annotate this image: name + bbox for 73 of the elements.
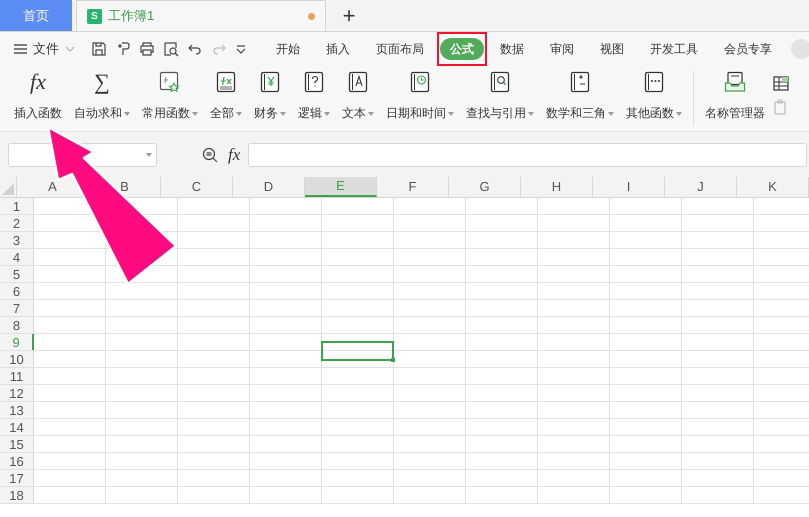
chevron-icon bbox=[65, 46, 75, 52]
ribbon-button[interactable]: 其他函数 bbox=[620, 70, 688, 122]
column-header[interactable]: D bbox=[264, 177, 274, 197]
column-header[interactable]: A bbox=[48, 177, 57, 197]
ribbon-tab[interactable]: 插入 bbox=[316, 38, 360, 60]
book-yen-icon bbox=[260, 71, 280, 93]
row-header[interactable]: 12 bbox=[0, 385, 34, 401]
ribbon-tab[interactable]: 页面布局 bbox=[366, 38, 434, 60]
column-header[interactable]: H bbox=[552, 177, 562, 197]
document-title: 工作簿1 bbox=[108, 7, 156, 26]
ribbon-button[interactable]: 财务 bbox=[248, 70, 292, 122]
column-header[interactable]: G bbox=[479, 177, 490, 197]
row-header[interactable]: 4 bbox=[0, 249, 34, 265]
save-icon[interactable] bbox=[91, 41, 107, 57]
ribbon-button[interactable]: 名称管理器 bbox=[699, 70, 771, 122]
column-header[interactable]: B bbox=[120, 177, 129, 197]
table-icon[interactable] bbox=[773, 76, 789, 91]
row-header[interactable]: 7 bbox=[0, 300, 34, 316]
ribbon-tab[interactable]: 开始 bbox=[266, 38, 310, 60]
row-header[interactable]: 13 bbox=[0, 402, 34, 418]
formula-field[interactable] bbox=[248, 142, 807, 166]
book-clock-icon bbox=[410, 71, 430, 93]
zoom-out-icon[interactable] bbox=[202, 146, 218, 162]
book-dots-icon bbox=[644, 71, 664, 93]
book-letter-icon bbox=[348, 71, 368, 93]
column-header[interactable]: F bbox=[408, 177, 416, 197]
row-header[interactable]: 14 bbox=[0, 419, 34, 435]
file-menu[interactable]: 文件 bbox=[14, 39, 75, 59]
column-header[interactable]: K bbox=[768, 177, 777, 197]
selected-cell[interactable] bbox=[321, 341, 394, 361]
ribbon-tab[interactable]: 审阅 bbox=[540, 38, 584, 60]
tray-icon bbox=[724, 71, 746, 93]
row-header[interactable]: 16 bbox=[0, 453, 34, 469]
ribbon-button[interactable]: fx 插入函数 bbox=[8, 70, 68, 122]
sigma-icon: ∑ bbox=[94, 70, 110, 94]
column-header[interactable]: I bbox=[626, 177, 630, 197]
ribbon-button[interactable]: 全部 bbox=[204, 70, 248, 122]
ribbon-button[interactable]: 日期和时间 bbox=[380, 70, 460, 122]
ribbon-button[interactable]: 文本 bbox=[336, 70, 380, 122]
row-header[interactable]: 1 bbox=[0, 198, 34, 214]
ribbon-button[interactable]: 常用函数 bbox=[136, 70, 204, 122]
row-header[interactable]: 10 bbox=[0, 351, 34, 367]
row-header[interactable]: 2 bbox=[0, 215, 34, 231]
row-header[interactable]: 5 bbox=[0, 266, 34, 282]
new-tab-button[interactable]: + bbox=[326, 0, 372, 31]
column-header[interactable]: J bbox=[697, 177, 704, 197]
ribbon-tab[interactable]: 视图 bbox=[590, 38, 634, 60]
row-header[interactable]: 18 bbox=[0, 487, 34, 503]
book-math-icon bbox=[570, 71, 590, 93]
row-header[interactable]: 6 bbox=[0, 283, 34, 299]
spreadsheet-icon: S bbox=[87, 8, 102, 24]
print-icon[interactable] bbox=[139, 41, 155, 57]
function-label[interactable]: fx bbox=[228, 142, 240, 168]
ribbon-tab[interactable]: 会员专享 bbox=[714, 38, 782, 60]
column-header[interactable]: C bbox=[192, 177, 202, 197]
row-header[interactable]: 3 bbox=[0, 232, 34, 248]
row-header[interactable]: 15 bbox=[0, 436, 34, 452]
ribbon-button[interactable]: ∑ 自动求和 bbox=[68, 70, 136, 122]
ribbon-tab[interactable]: 开发工具 bbox=[640, 38, 708, 60]
ribbon-button[interactable]: 逻辑 bbox=[292, 70, 336, 122]
menu-icon bbox=[14, 44, 27, 54]
function-icon: fx bbox=[30, 70, 46, 94]
book-search-icon bbox=[490, 71, 510, 93]
book-question-icon bbox=[304, 71, 324, 93]
row-header[interactable]: 11 bbox=[0, 368, 34, 384]
ribbon-button[interactable]: 查找与引用 bbox=[460, 70, 540, 122]
row-header[interactable]: 8 bbox=[0, 317, 34, 333]
ribbon-tab[interactable]: 数据 bbox=[490, 38, 534, 60]
ribbon-button[interactable]: 数学和三角 bbox=[540, 70, 620, 122]
print-preview-icon[interactable] bbox=[163, 41, 179, 57]
caret-icon bbox=[146, 153, 152, 157]
function-box-icon bbox=[216, 71, 236, 93]
row-header[interactable]: 17 bbox=[0, 470, 34, 486]
